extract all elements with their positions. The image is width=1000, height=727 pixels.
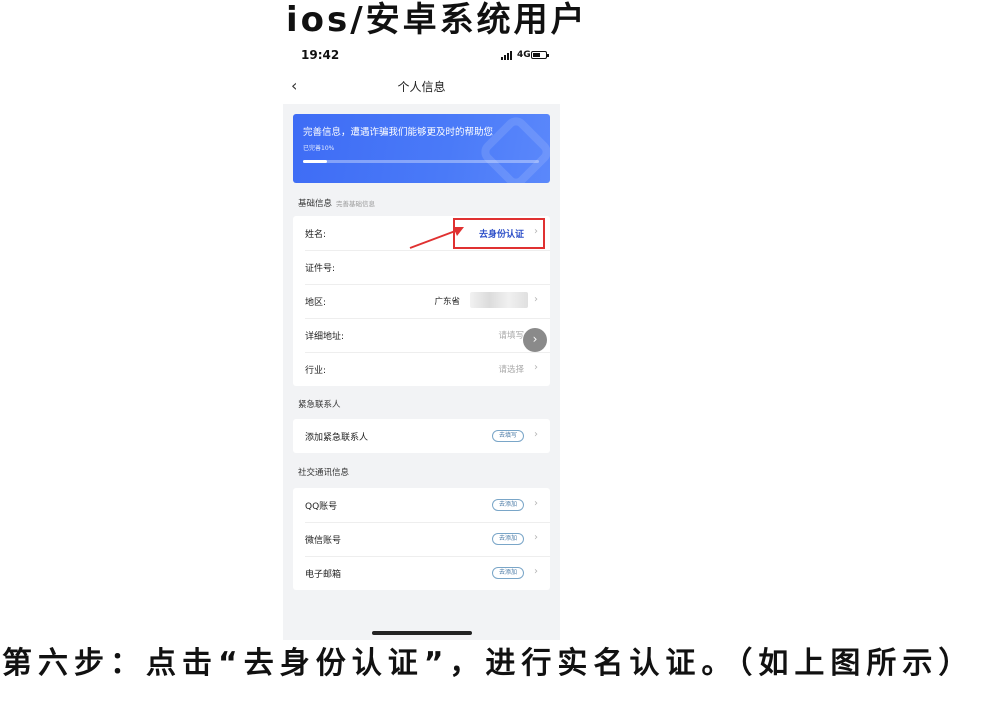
row-emergency-contact[interactable]: 添加紧急联系人 去填写 › (293, 419, 550, 453)
row-id-label: 证件号: (305, 264, 336, 274)
signal-icon (501, 51, 515, 60)
row-region[interactable]: 地区: 广东省 › (293, 284, 550, 318)
row-region-label: 地区: (305, 298, 327, 308)
banner-title: 完善信息，遭遇诈骗我们能够更及时的帮助您 (303, 127, 494, 138)
page-title: 个人信息 (397, 80, 446, 94)
row-industry[interactable]: 行业: 请选择 › (293, 352, 550, 386)
row-email[interactable]: 电子邮箱 去添加 › (293, 556, 550, 590)
row-address-placeholder: 请填写 (498, 331, 524, 341)
section-basic-subtitle: 完善基础信息 (336, 200, 376, 208)
fill-in-button[interactable]: 去填写 (491, 430, 524, 442)
chevron-right-icon: › (534, 294, 538, 305)
redacted-blur (470, 292, 528, 308)
add-wechat-button[interactable]: 去添加 (491, 533, 524, 545)
home-indicator (372, 631, 472, 635)
section-basic-title: 基础信息 (298, 199, 333, 209)
row-emergency-label: 添加紧急联系人 (305, 433, 369, 443)
section-emergency: 紧急联系人 (298, 400, 341, 410)
row-address-label: 详细地址: (305, 332, 345, 342)
status-bar: 19:42 4G (283, 42, 560, 68)
row-wechat[interactable]: 微信账号 去添加 › (293, 522, 550, 556)
emergency-card: 添加紧急联系人 去填写 › (293, 419, 550, 453)
chevron-right-icon: › (534, 429, 538, 440)
row-region-value: 广东省 (434, 297, 460, 307)
row-wechat-label: 微信账号 (305, 536, 342, 546)
add-qq-button[interactable]: 去添加 (491, 499, 524, 511)
bottom-caption: 第六步：点击“去身份认证”，进行实名认证。（如上图所示） (2, 646, 975, 681)
completion-banner: 完善信息，遭遇诈骗我们能够更及时的帮助您 已完善10% (293, 114, 550, 183)
battery-icon (531, 51, 549, 59)
network-type: 4G (517, 50, 531, 60)
row-address[interactable]: 详细地址: 请填写 (293, 318, 550, 352)
row-industry-label: 行业: (305, 366, 327, 376)
phone-screen: 19:42 4G ‹ 个人信息 完善信息，遭遇诈骗我们能够更及时的帮助您 已完善… (283, 42, 560, 640)
row-qq[interactable]: QQ账号 去添加 › (293, 488, 550, 522)
banner-progress-text: 已完善10% (303, 145, 335, 152)
social-card: QQ账号 去添加 › 微信账号 去添加 › 电子邮箱 去添加 › (293, 488, 550, 590)
add-email-button[interactable]: 去添加 (491, 567, 524, 579)
top-caption: ios/安卓系统用户 (286, 0, 588, 40)
section-social: 社交通讯信息 (298, 468, 350, 478)
chevron-right-icon: › (534, 362, 538, 373)
row-id-number[interactable]: 证件号: (293, 250, 550, 284)
nav-bar: ‹ 个人信息 (283, 68, 560, 104)
progress-fill (303, 160, 327, 163)
row-industry-placeholder: 请选择 (498, 365, 524, 375)
status-time: 19:42 (301, 48, 340, 62)
section-basic-info: 基础信息 完善基础信息 (298, 197, 375, 209)
chevron-right-icon: › (534, 532, 538, 543)
row-email-label: 电子邮箱 (305, 570, 342, 580)
row-name-label: 姓名: (305, 230, 327, 240)
pointer-arrow-icon (409, 227, 464, 249)
floating-chevron-button[interactable]: › (523, 328, 547, 352)
chevron-right-icon: › (534, 566, 538, 577)
chevron-right-icon: › (534, 498, 538, 509)
progress-bar (303, 160, 539, 163)
row-qq-label: QQ账号 (305, 502, 338, 512)
